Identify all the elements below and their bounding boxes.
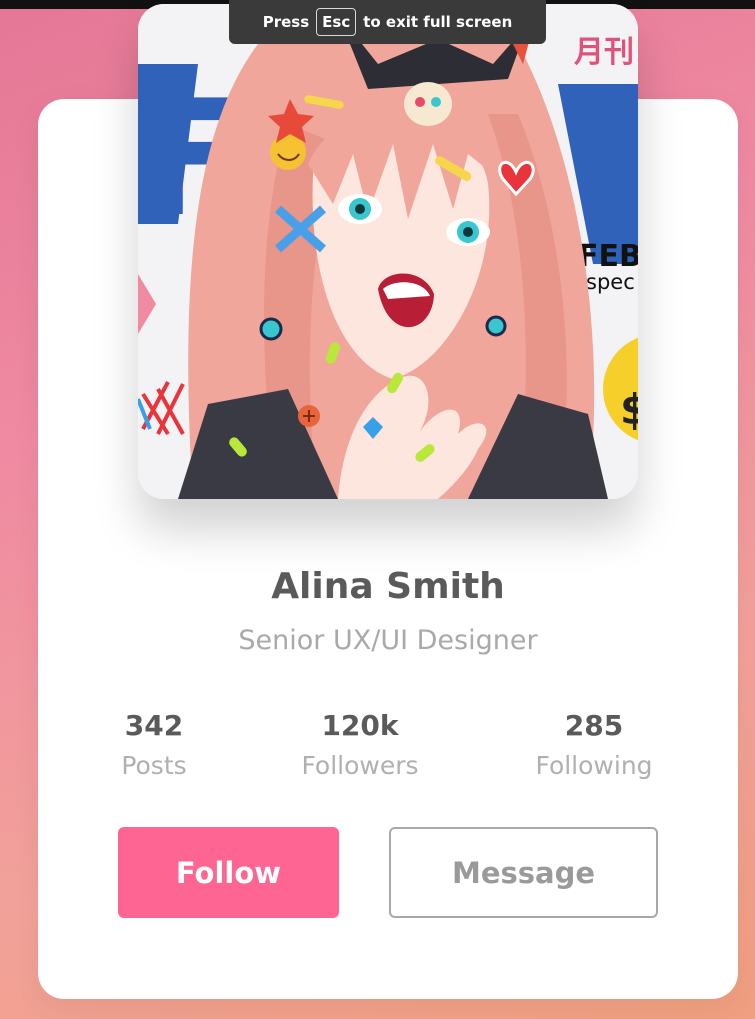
message-button[interactable]: Message (389, 827, 658, 918)
anime-portrait-image: F 月刊 FEB spec $ (138, 4, 638, 499)
stat-followers[interactable]: 120k Followers (285, 706, 435, 786)
stat-posts[interactable]: 342 Posts (94, 706, 214, 786)
cover-sub-text: spec (586, 270, 635, 294)
stat-following-label: Following (535, 751, 653, 780)
esc-key-badge: Esc (316, 8, 357, 36)
cover-date-text: FEB (578, 239, 638, 274)
profile-title: Senior UX/UI Designer (238, 625, 538, 656)
fullscreen-notice-suffix: to exit full screen (363, 13, 513, 31)
follow-button[interactable]: Follow (118, 827, 339, 918)
stat-following-value: 285 (564, 709, 624, 742)
stat-followers-value: 120k (321, 709, 399, 742)
cover-price-text: $ (620, 385, 638, 434)
profile-name: Alina Smith (271, 566, 505, 607)
fullscreen-notice-prefix: Press (262, 13, 310, 31)
cover-corner-text: 月刊 (574, 35, 634, 70)
stat-followers-label: Followers (301, 751, 419, 780)
stat-posts-value: 342 (124, 709, 184, 742)
stat-posts-label: Posts (121, 751, 187, 780)
profile-avatar: F 月刊 FEB spec $ (138, 4, 638, 499)
stat-following[interactable]: 285 Following (524, 706, 664, 786)
fullscreen-notice: Press Esc to exit full screen (229, 0, 546, 44)
